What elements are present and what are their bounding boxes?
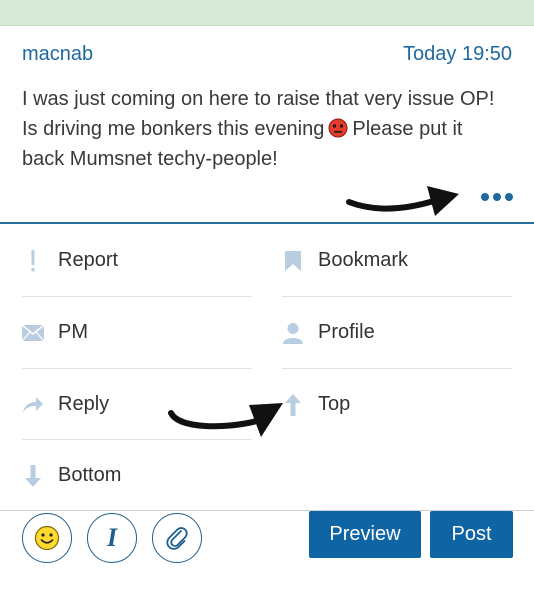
reply-toolbar: I Preview Post bbox=[0, 511, 534, 600]
smiley-icon bbox=[34, 525, 60, 551]
menu-item-bookmark[interactable]: Bookmark bbox=[282, 225, 512, 296]
bookmark-icon bbox=[282, 250, 304, 272]
envelope-icon bbox=[22, 322, 44, 344]
menu-item-bottom[interactable]: Bottom bbox=[22, 440, 252, 511]
menu-item-profile[interactable]: Profile bbox=[282, 297, 512, 368]
more-options-icon[interactable] bbox=[481, 190, 515, 204]
dot bbox=[493, 193, 501, 201]
italic-icon: I bbox=[106, 523, 118, 552]
post-card: macnab Today 19:50 I was just coming on … bbox=[0, 26, 534, 224]
post-body: I was just coming on here to raise that … bbox=[22, 84, 518, 174]
dot bbox=[505, 193, 513, 201]
menu-item-pm[interactable]: PM bbox=[22, 297, 252, 368]
italic-button[interactable]: I bbox=[87, 513, 137, 563]
dot bbox=[481, 193, 489, 201]
annotation-arrow-icon bbox=[346, 186, 459, 216]
post-author[interactable]: macnab bbox=[22, 43, 93, 66]
previous-post-strip bbox=[0, 0, 534, 26]
post-button[interactable]: Post bbox=[430, 511, 513, 558]
angry-face-icon bbox=[328, 118, 348, 138]
annotation-arrow-icon bbox=[168, 403, 283, 437]
menu-item-report[interactable]: Report bbox=[22, 225, 252, 296]
post-body-line: back Mumsnet techy-people! bbox=[22, 148, 278, 170]
menu-label: Profile bbox=[318, 321, 375, 343]
post-options-menu: Report Bookmark PM Profile Reply Top Bot… bbox=[0, 225, 534, 511]
attach-button[interactable] bbox=[152, 513, 202, 563]
reply-arrow-icon bbox=[22, 394, 44, 416]
menu-label: Report bbox=[58, 249, 119, 271]
preview-button[interactable]: Preview bbox=[309, 511, 421, 558]
post-body-line: Is driving me bonkers this evening Pleas… bbox=[22, 114, 518, 144]
menu-label: PM bbox=[58, 321, 88, 343]
post-body-text: Is driving me bonkers this evening bbox=[22, 118, 325, 140]
menu-label: Bookmark bbox=[318, 249, 409, 271]
arrow-down-icon bbox=[22, 464, 44, 487]
post-body-line: I was just coming on here to raise that … bbox=[22, 88, 495, 110]
user-icon bbox=[282, 322, 304, 344]
menu-label: Bottom bbox=[58, 464, 122, 486]
menu-label: Top bbox=[318, 393, 351, 415]
page: macnab Today 19:50 I was just coming on … bbox=[0, 0, 534, 600]
post-time: Today 19:50 bbox=[403, 43, 512, 65]
menu-label: Reply bbox=[58, 393, 110, 415]
paperclip-icon bbox=[166, 527, 188, 550]
exclamation-icon bbox=[22, 249, 44, 272]
menu-item-top[interactable]: Top bbox=[282, 369, 512, 440]
emoji-button[interactable] bbox=[22, 513, 72, 563]
post-body-text: Please put it bbox=[352, 118, 463, 140]
